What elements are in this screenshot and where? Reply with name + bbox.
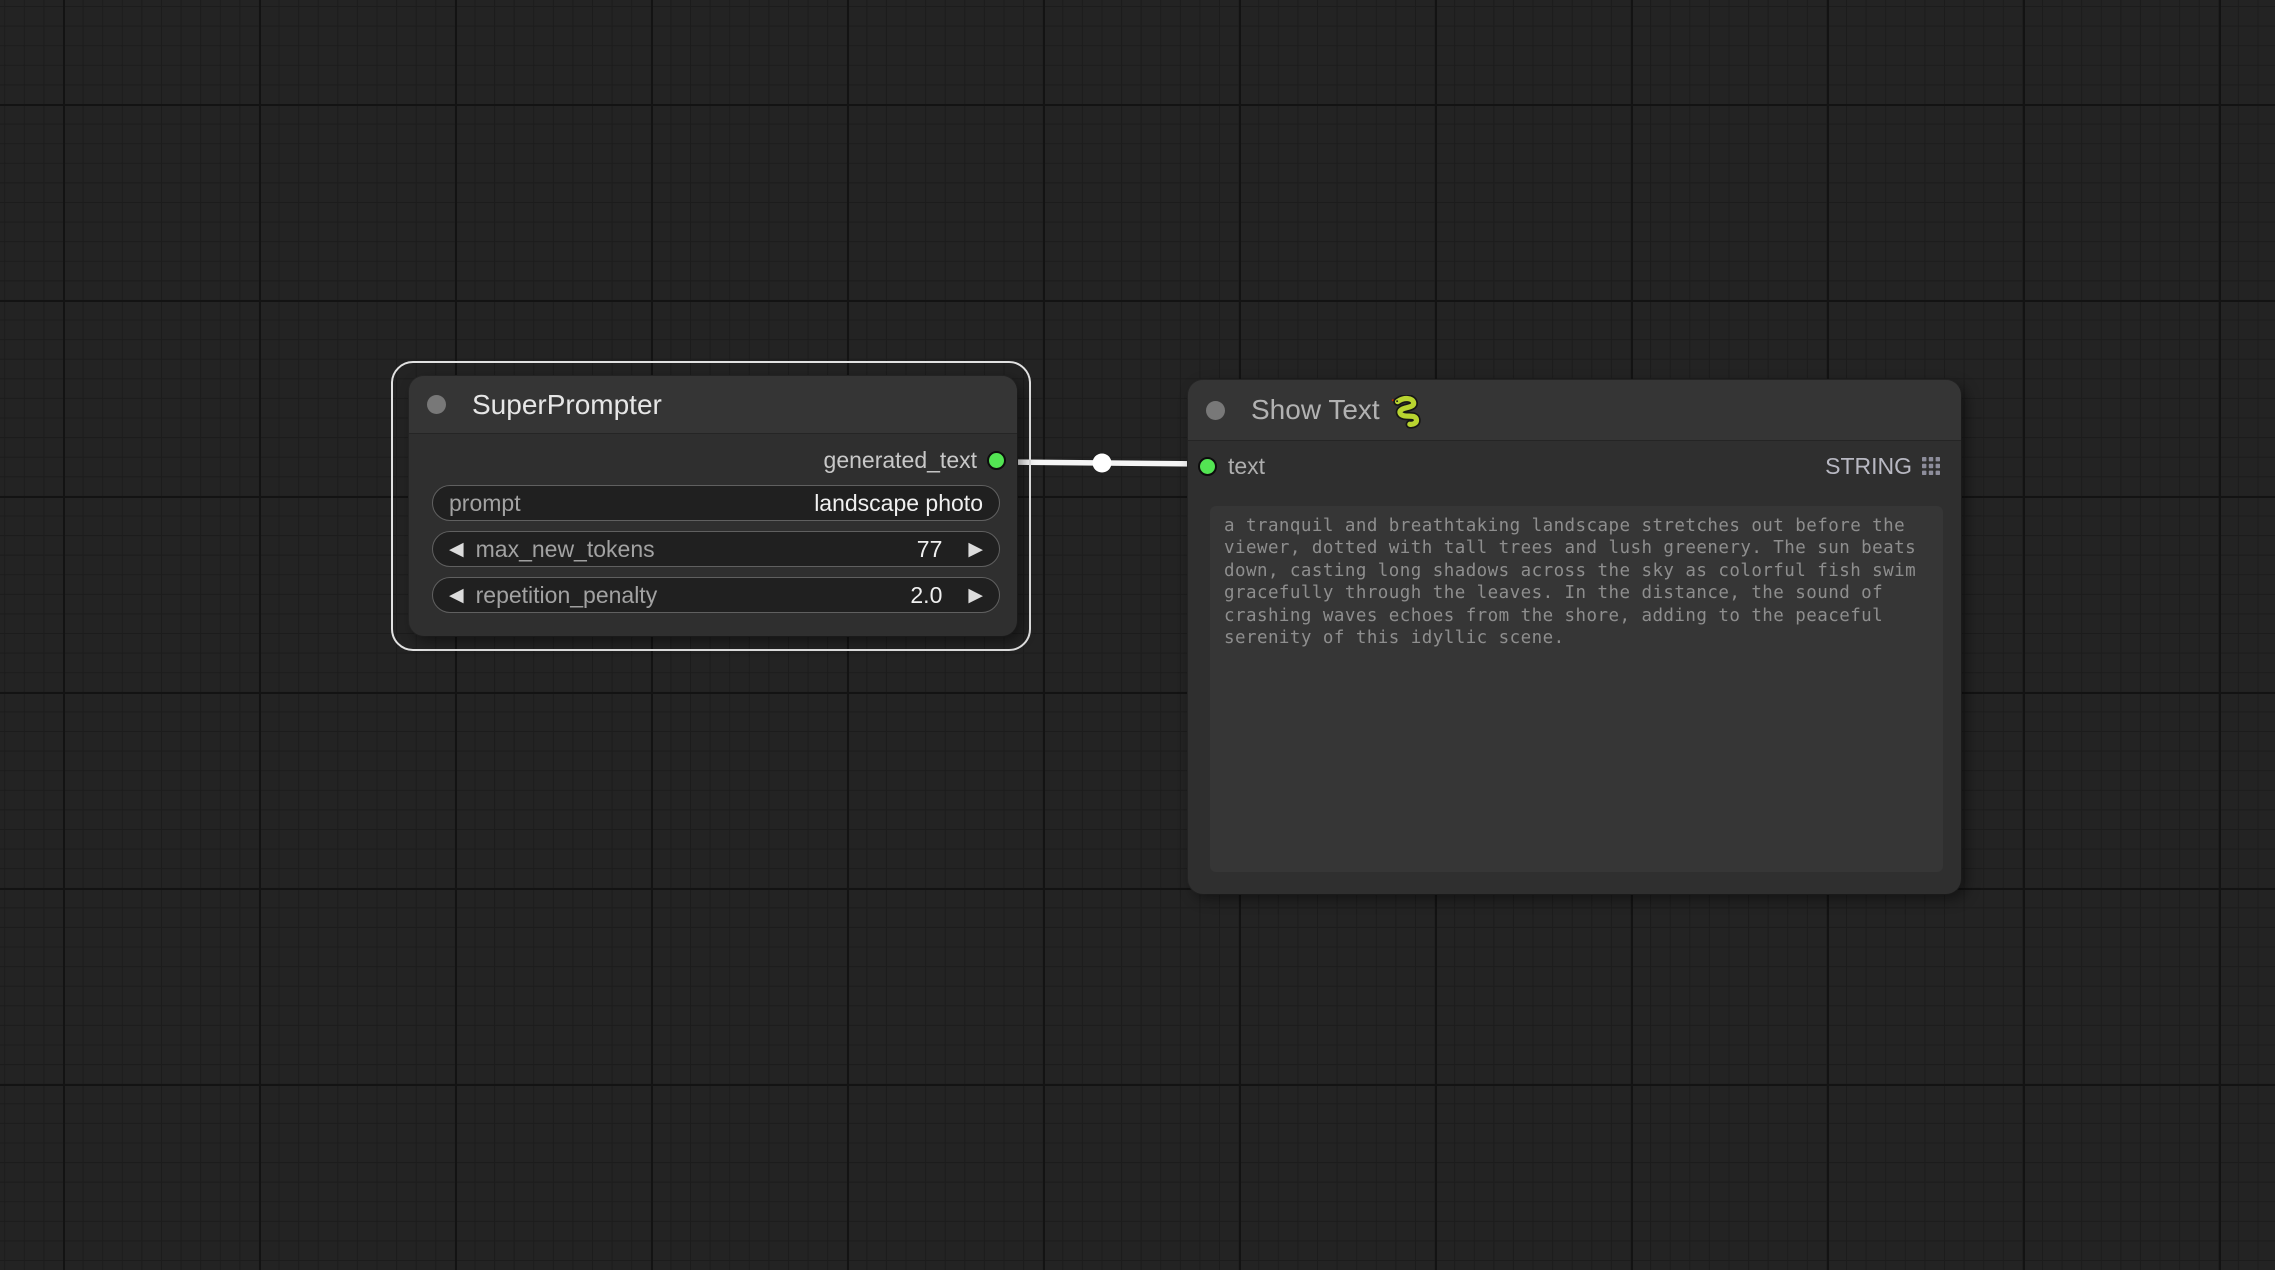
- widget-value: 77: [917, 536, 943, 563]
- output-slot-generated-text[interactable]: [987, 451, 1006, 470]
- node-graph-canvas[interactable]: { "graph": { "superprompter": { "title":…: [0, 0, 2275, 1270]
- grid-slot-icon[interactable]: [1922, 457, 1940, 475]
- slots-row: text STRING: [1188, 446, 1961, 486]
- collapse-dot[interactable]: [1206, 401, 1225, 420]
- increment-arrow-icon[interactable]: ▶: [968, 540, 983, 559]
- node-title: Show Text: [1251, 394, 1380, 426]
- decrement-arrow-icon[interactable]: ◀: [449, 540, 464, 559]
- output-slot-label: generated_text: [824, 447, 977, 474]
- widget-repetition-penalty[interactable]: ◀ repetition_penalty 2.0 ▶: [432, 577, 1000, 613]
- widget-value: landscape photo: [814, 490, 983, 517]
- widget-max-new-tokens[interactable]: ◀ max_new_tokens 77 ▶: [432, 531, 1000, 567]
- input-slot-text[interactable]: [1198, 457, 1217, 476]
- increment-arrow-icon[interactable]: ▶: [968, 586, 983, 605]
- widget-list: prompt landscape photo ◀ max_new_tokens …: [432, 485, 1000, 613]
- output-row-generated-text: generated_text: [409, 437, 1017, 483]
- widget-label: prompt: [449, 490, 521, 517]
- node-show-text[interactable]: Show Text text STRING: [1188, 380, 1961, 894]
- output-slot-label: STRING: [1825, 453, 1912, 480]
- widget-label: max_new_tokens: [476, 536, 655, 563]
- decrement-arrow-icon[interactable]: ◀: [449, 586, 464, 605]
- link-midpoint-dot[interactable]: [1093, 454, 1112, 473]
- node-title: SuperPrompter: [472, 389, 662, 421]
- widget-prompt[interactable]: prompt landscape photo: [432, 485, 1000, 521]
- snake-emoji-icon: [1390, 395, 1424, 429]
- generated-text-display[interactable]: a tranquil and breathtaking landscape st…: [1210, 506, 1943, 872]
- show-text-header[interactable]: Show Text: [1188, 380, 1961, 441]
- input-slot-label: text: [1228, 453, 1265, 480]
- superprompter-header[interactable]: SuperPrompter: [409, 376, 1017, 434]
- widget-value: 2.0: [910, 582, 942, 609]
- collapse-dot[interactable]: [427, 395, 446, 414]
- node-superprompter[interactable]: SuperPrompter generated_text prompt land…: [409, 376, 1017, 636]
- widget-label: repetition_penalty: [476, 582, 658, 609]
